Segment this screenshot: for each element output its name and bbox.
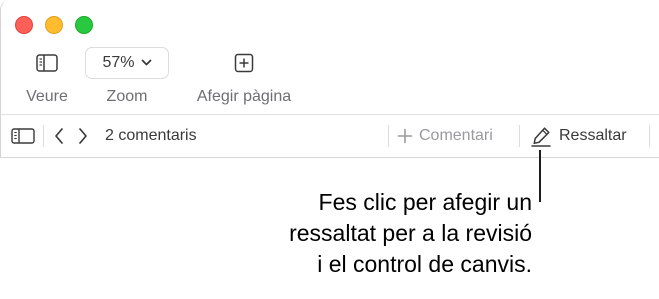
- callout-pointer-line: [539, 150, 541, 202]
- divider: [388, 125, 389, 147]
- sidebar-icon: [11, 128, 35, 144]
- callout-line-2: ressaltat per a la revisió: [289, 220, 532, 246]
- zoom-tool[interactable]: 57% Zoom: [84, 47, 170, 106]
- chevron-down-icon: [141, 59, 151, 66]
- add-page-label: Afegir pàgina: [196, 88, 292, 105]
- zoom-label: Zoom: [106, 88, 148, 105]
- add-comment-button[interactable]: Comentari: [397, 115, 493, 157]
- callout-line-3: i el control de canvis.: [317, 251, 532, 277]
- comment-count: 2 comentaris: [105, 127, 197, 144]
- plus-square-icon: [234, 53, 254, 73]
- zoom-window-button[interactable]: [75, 16, 93, 34]
- app-window: Veure 57% Zoom Afegir pàgina 2 comentari…: [0, 0, 659, 158]
- highlighter-pen-icon: [531, 127, 551, 147]
- divider: [43, 125, 44, 147]
- previous-comment-button[interactable]: [53, 115, 65, 157]
- add-page-button[interactable]: [222, 48, 266, 78]
- comments-toolbar: 2 comentaris Comentari Ressaltar: [1, 114, 659, 158]
- callout-text: Fes clic per afegir un ressaltat per a l…: [289, 187, 532, 280]
- sidebar-icon: [36, 54, 58, 72]
- plus-icon: [397, 128, 413, 144]
- close-window-button[interactable]: [15, 16, 33, 34]
- zoom-popup-button[interactable]: 57%: [85, 47, 169, 79]
- add-page-tool[interactable]: Afegir pàgina: [187, 48, 301, 106]
- zoom-value: 57%: [102, 54, 135, 71]
- add-comment-label: Comentari: [419, 127, 493, 144]
- highlight-button[interactable]: Ressaltar: [530, 115, 627, 157]
- view-button[interactable]: [25, 48, 69, 78]
- comment-count-area: 2 comentaris: [105, 115, 197, 157]
- minimize-window-button[interactable]: [45, 16, 63, 34]
- divider: [519, 125, 520, 147]
- view-label: Veure: [26, 88, 68, 105]
- callout-line-1: Fes clic per afegir un: [318, 189, 532, 215]
- view-tool[interactable]: Veure: [15, 48, 79, 106]
- comments-sidebar-button[interactable]: [11, 115, 35, 157]
- next-comment-button[interactable]: [77, 115, 89, 157]
- chevron-left-icon: [55, 128, 63, 144]
- divider: [649, 125, 650, 147]
- chevron-right-icon: [79, 128, 87, 144]
- highlight-label: Ressaltar: [559, 127, 627, 144]
